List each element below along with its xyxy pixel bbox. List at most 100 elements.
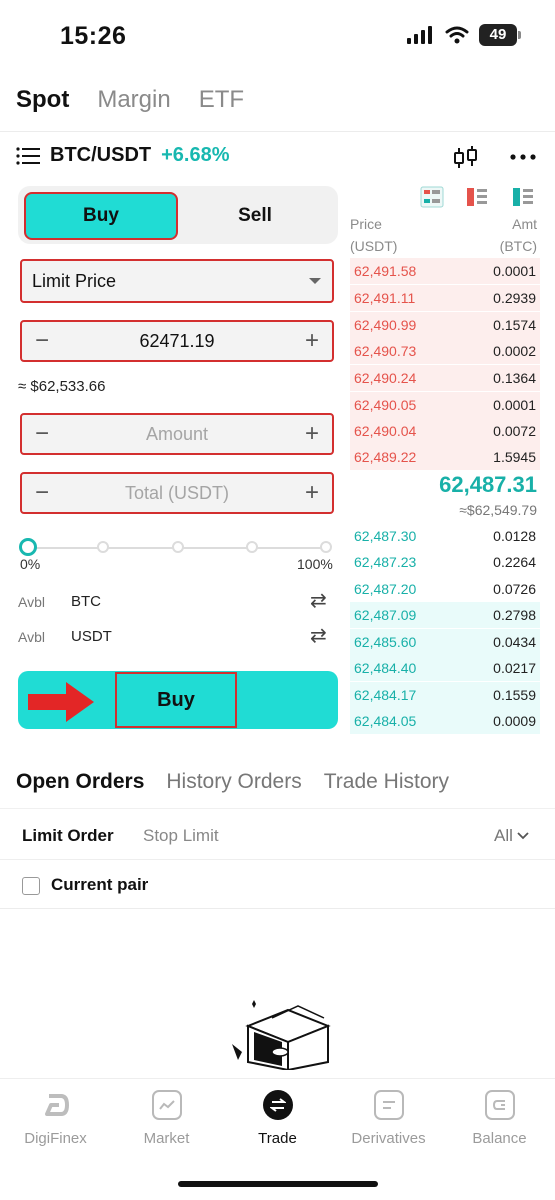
bid-row[interactable]: 62,487.30 0.0128	[350, 523, 540, 549]
nav-label: Market	[143, 1130, 190, 1147]
cellular-signal-icon	[407, 26, 432, 44]
price-decrease-button[interactable]: −	[32, 327, 52, 355]
bid-row[interactable]: 62,487.20 0.0726	[350, 576, 540, 602]
bid-row[interactable]: 62,484.17 0.1559	[350, 682, 540, 708]
amount-increase-button[interactable]: +	[302, 420, 322, 448]
nav-digifinex[interactable]: DigiFinex	[0, 1090, 111, 1147]
ask-amount: 0.0001	[493, 263, 536, 279]
ask-row[interactable]: 62,490.05 0.0001	[350, 392, 540, 418]
last-price: 62,487.31	[439, 472, 537, 497]
bid-price: 62,484.17	[354, 687, 417, 703]
buy-submit-button[interactable]: Buy	[115, 672, 237, 728]
subtab-limit-order[interactable]: Limit Order	[22, 826, 114, 846]
bid-row[interactable]: 62,484.40 0.0217	[350, 655, 540, 681]
nav-derivatives[interactable]: Derivatives	[333, 1090, 444, 1147]
orderbook-price-header: Price (USDT)	[350, 213, 397, 257]
amount-stepper[interactable]: − Amount +	[20, 413, 334, 455]
nav-label: Trade	[258, 1130, 297, 1147]
bid-amount: 0.0128	[493, 528, 536, 544]
bid-price: 62,484.40	[354, 660, 417, 676]
total-stepper[interactable]: − Total (USDT) +	[20, 472, 334, 514]
bid-price: 62,485.60	[354, 634, 417, 650]
tab-spot[interactable]: Spot	[16, 86, 69, 114]
ask-price: 62,489.22	[354, 449, 417, 465]
pair-name: BTC/USDT	[50, 144, 152, 166]
section-divider	[0, 908, 555, 909]
bid-price: 62,487.23	[354, 554, 417, 570]
status-icons: 49	[407, 24, 521, 46]
bid-row[interactable]: 62,487.23 0.2264	[350, 549, 540, 575]
total-decrease-button[interactable]: −	[32, 479, 52, 507]
slider-handle[interactable]	[19, 538, 37, 556]
slider-step-75[interactable]	[246, 541, 258, 553]
total-input[interactable]: Total (USDT)	[125, 483, 229, 504]
total-increase-button[interactable]: +	[302, 479, 322, 507]
market-type-tabs: Spot Margin ETF	[16, 86, 244, 114]
ask-amount: 0.1574	[493, 317, 536, 333]
transfer-icon[interactable]: ⇄	[310, 588, 327, 613]
ask-amount: 0.2939	[493, 290, 536, 306]
slider-step-100[interactable]	[320, 541, 332, 553]
sell-tab[interactable]: Sell	[180, 192, 330, 240]
ask-price: 62,490.99	[354, 317, 417, 333]
filter-dropdown[interactable]: All	[494, 826, 529, 846]
empty-box-icon	[232, 1000, 331, 1070]
filter-value: All	[494, 826, 513, 845]
price-increase-button[interactable]: +	[302, 327, 322, 355]
ask-price: 62,491.58	[354, 263, 417, 279]
order-type-select[interactable]: Limit Price	[20, 259, 334, 303]
pair-selector[interactable]: BTC/USDT +6.68%	[16, 144, 230, 167]
tab-open-orders[interactable]: Open Orders	[16, 770, 144, 794]
tab-history-orders[interactable]: History Orders	[166, 770, 301, 794]
bid-amount: 0.0217	[493, 660, 536, 676]
avbl-label: Avbl	[18, 629, 45, 645]
price-input[interactable]: 62471.19	[139, 331, 214, 352]
orderbook-bids-icon[interactable]	[512, 187, 534, 207]
orderbook-amount-header: Amt (BTC)	[500, 213, 537, 257]
orderbook-both-icon[interactable]	[420, 186, 444, 208]
orderbook-asks-icon[interactable]	[466, 187, 488, 207]
amount-decrease-button[interactable]: −	[32, 420, 52, 448]
slider-step-25[interactable]	[97, 541, 109, 553]
tab-margin[interactable]: Margin	[97, 86, 170, 114]
amount-input[interactable]: Amount	[146, 424, 208, 445]
ask-row[interactable]: 62,490.73 0.0002	[350, 338, 540, 364]
buy-tab[interactable]: Buy	[24, 192, 178, 240]
more-options-icon[interactable]	[510, 153, 536, 161]
derivatives-icon	[373, 1090, 404, 1120]
balance-wallet-icon	[484, 1090, 515, 1120]
battery-indicator: 49	[479, 24, 521, 46]
ask-price: 62,491.11	[354, 290, 416, 306]
slider-step-50[interactable]	[172, 541, 184, 553]
current-pair-label: Current pair	[51, 875, 149, 894]
status-time: 15:26	[60, 22, 127, 50]
bid-row[interactable]: 62,485.60 0.0434	[350, 629, 540, 655]
ask-row[interactable]: 62,490.04 0.0072	[350, 418, 540, 444]
bid-row[interactable]: 62,487.09 0.2798	[350, 602, 540, 628]
tab-trade-history[interactable]: Trade History	[324, 770, 449, 794]
transfer-icon[interactable]: ⇄	[310, 623, 327, 648]
price-stepper[interactable]: − 62471.19 +	[20, 320, 334, 362]
candlestick-chart-icon[interactable]	[453, 146, 479, 170]
amount-header-unit: (BTC)	[499, 238, 537, 254]
nav-market[interactable]: Market	[111, 1090, 222, 1147]
avbl-btc: BTC	[71, 593, 101, 610]
nav-balance[interactable]: Balance	[444, 1090, 555, 1147]
ask-row[interactable]: 62,490.99 0.1574	[350, 312, 540, 338]
nav-trade[interactable]: Trade	[222, 1090, 333, 1147]
amount-header-label: Amt	[512, 216, 537, 232]
digifinex-logo-icon	[44, 1094, 69, 1116]
ask-row[interactable]: 62,490.24 0.1364	[350, 365, 540, 391]
menu-list-icon[interactable]	[16, 146, 40, 165]
ask-row[interactable]: 62,489.22 1.5945	[350, 444, 540, 470]
bid-row[interactable]: 62,484.05 0.0009	[350, 708, 540, 734]
bid-price: 62,487.30	[354, 528, 417, 544]
dropdown-caret-icon	[309, 278, 321, 284]
ask-amount: 0.0002	[493, 343, 536, 359]
ask-row[interactable]: 62,491.11 0.2939	[350, 285, 540, 311]
subtab-stop-limit[interactable]: Stop Limit	[143, 826, 219, 846]
tab-etf[interactable]: ETF	[199, 86, 244, 114]
current-pair-checkbox[interactable]	[22, 877, 40, 895]
ask-row[interactable]: 62,491.58 0.0001	[350, 258, 540, 284]
bid-price: 62,487.09	[354, 607, 417, 623]
